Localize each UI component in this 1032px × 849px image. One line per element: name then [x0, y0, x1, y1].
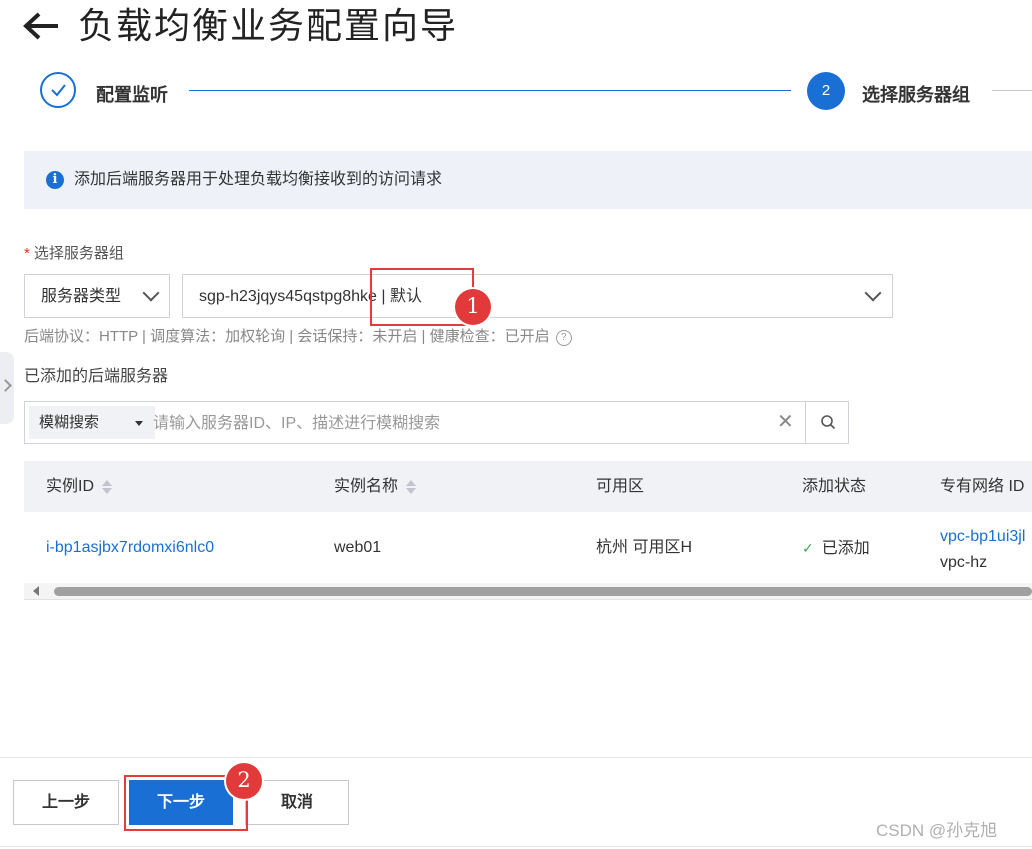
column-header-vpc-id: 专有网络 ID: [940, 478, 1025, 495]
instance-id-link[interactable]: i-bp1asjbx7rdomxi6nlc0: [46, 536, 214, 560]
column-header-label: 实例ID: [46, 478, 95, 495]
back-arrow-icon[interactable]: [22, 10, 62, 42]
chevron-down-icon: [864, 284, 882, 302]
added-servers-label: 已添加的后端服务器: [24, 368, 169, 385]
server-group-label-text: 选择服务器组: [33, 245, 124, 262]
info-icon: i: [46, 171, 64, 189]
step-connector-next: [992, 90, 1032, 91]
search-button[interactable]: [805, 401, 849, 444]
watermark: CSDN @孙克旭: [876, 821, 998, 840]
server-group-select[interactable]: sgp-h23jqys45qstpg8hke | 默认: [182, 274, 893, 318]
step-label-server-group: 选择服务器组: [862, 85, 970, 105]
check-icon: ✓: [802, 540, 814, 556]
info-banner-text: 添加后端服务器用于处理负载均衡接收到的访问请求: [74, 171, 443, 188]
column-header-instance-name[interactable]: 实例名称: [334, 477, 417, 497]
clear-icon[interactable]: ✕: [777, 412, 794, 432]
table-row: i-bp1asjbx7rdomxi6nlc0 web01 杭州 可用区H ✓ 已添…: [24, 512, 1032, 583]
column-header-label: 实例名称: [334, 478, 399, 495]
server-group-meta: 后端协议：HTTP | 调度算法：加权轮询 | 会话保持：未开启 | 健康检查：…: [24, 326, 572, 348]
server-search-input[interactable]: [151, 411, 755, 437]
column-header-status: 添加状态: [802, 478, 867, 495]
scroll-left-icon[interactable]: [33, 586, 39, 596]
sort-icon[interactable]: [406, 479, 417, 495]
status-text: 已添加: [821, 540, 870, 557]
step-label-listener: 配置监听: [96, 85, 168, 105]
prev-step-button[interactable]: 上一步: [13, 780, 119, 825]
annotation-badge-2: 2: [226, 763, 262, 799]
search-icon: [821, 415, 836, 430]
vpc-name: vpc-hz: [940, 554, 988, 571]
step-number-2: 2: [807, 72, 845, 110]
annotation-badge-1: 1: [455, 289, 491, 325]
instance-name: web01: [334, 539, 382, 556]
required-mark: *: [24, 245, 30, 262]
chevron-down-icon: [142, 284, 160, 302]
footer-divider: [0, 757, 1032, 758]
help-icon[interactable]: ?: [555, 330, 572, 346]
server-search-bar: 模糊搜索 ✕: [24, 401, 849, 444]
search-mode-value: 模糊搜索: [39, 414, 100, 431]
status-cell: ✓ 已添加: [802, 536, 870, 561]
step-done-check-icon: [40, 72, 76, 108]
page-title: 负载均衡业务配置向导: [78, 5, 459, 46]
table-header: 实例ID 实例名称 可用区 添加状态 专有网络 ID: [24, 461, 1032, 512]
search-mode-dropdown[interactable]: 模糊搜索: [29, 406, 155, 439]
step-connector: [189, 90, 791, 91]
server-type-select-value: 服务器类型: [41, 288, 122, 305]
server-type-select[interactable]: 服务器类型: [24, 274, 170, 318]
scrollbar-thumb[interactable]: [54, 587, 1032, 596]
column-header-instance-id[interactable]: 实例ID: [46, 477, 113, 497]
column-header-zone: 可用区: [596, 478, 645, 495]
server-group-label: * 选择服务器组: [24, 243, 124, 265]
vpc-id-link[interactable]: vpc-bp1ui3jl: [940, 525, 1025, 549]
server-group-meta-text: 后端协议：HTTP | 调度算法：加权轮询 | 会话保持：未开启 | 健康检查：…: [24, 328, 550, 345]
sort-icon[interactable]: [102, 479, 113, 495]
zone: 杭州 可用区H: [596, 539, 693, 556]
footer-bottom-line: [0, 846, 1032, 847]
caret-down-icon: [135, 421, 143, 426]
